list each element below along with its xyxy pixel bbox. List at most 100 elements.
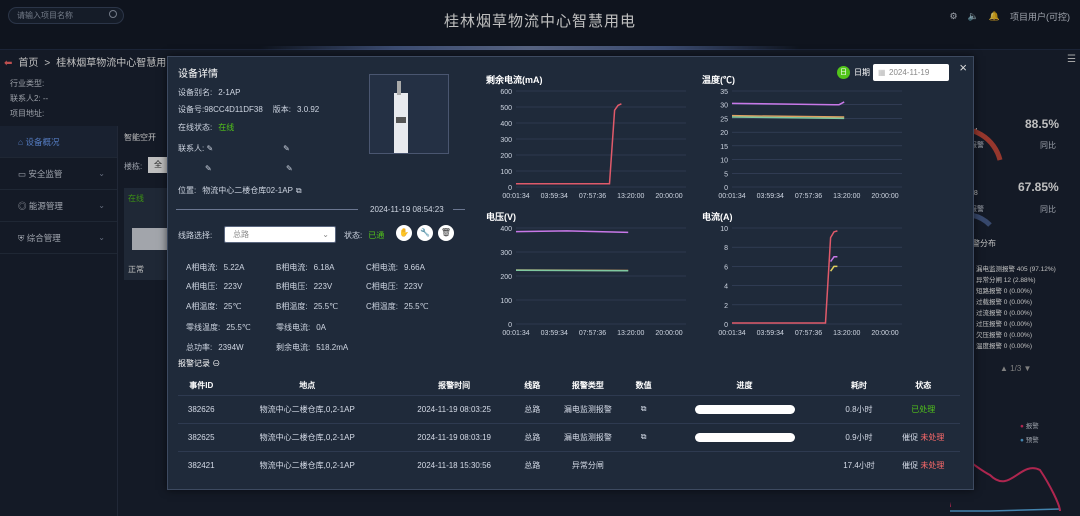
y-tick-label: 20	[720, 130, 728, 137]
edit-icon[interactable]: ✎	[283, 144, 290, 153]
status-cell: 催促 未处理	[886, 450, 960, 479]
y-tick-label: 200	[500, 274, 512, 281]
progress-bar	[694, 404, 795, 414]
copy-icon[interactable]: ⧉	[296, 186, 302, 195]
y-tick-label: 30	[720, 103, 728, 110]
reading-label: A相电压:	[186, 282, 218, 291]
column-header: 线路	[524, 381, 541, 391]
alarm-table-header: 事件ID 地点 报警时间 线路 报警类型 数值 进度 耗时 状态	[178, 377, 960, 395]
status-cell: 催促 未处理	[886, 422, 960, 451]
x-tick-label: 13:20:00	[617, 193, 644, 200]
reading-label: C相温度:	[366, 302, 398, 311]
modal-title: 设备详情	[178, 69, 218, 80]
column-header: 状态	[915, 381, 932, 391]
y-tick-label: 100	[500, 298, 512, 305]
reading-value: 518.2mA	[316, 343, 349, 352]
reading-value: 25.5℃	[404, 302, 429, 311]
urge-link[interactable]: 催促	[902, 461, 920, 470]
alarm-type: 漏电监测报警	[546, 394, 630, 423]
y-tick-label: 10	[720, 158, 728, 165]
x-tick-label: 00:01:34	[502, 330, 529, 337]
y-tick-label: 5	[724, 171, 728, 178]
collapse-icon[interactable]: ⊖	[212, 359, 220, 368]
device-detail-modal: 设备详情 × 设备别名: 2-1AP 设备号:98CC4D11DF38 版本: 3.0…	[167, 56, 974, 490]
table-row[interactable]: 382421 物流中心二楼仓库,0,2-1AP 2024-11-18 15:30:5…	[178, 450, 960, 479]
reading-value: 25℃	[223, 302, 242, 311]
reading-value: 223V	[313, 282, 333, 291]
progress-cell	[657, 394, 832, 423]
chart-title: 剩余电流(mA)	[486, 75, 543, 85]
reading-item: A相温度: 25℃	[186, 301, 241, 312]
x-tick-label: 00:01:34	[718, 330, 745, 337]
y-tick-label: 6	[724, 264, 728, 271]
divider-right	[453, 209, 465, 210]
reading-value: 223V	[223, 282, 243, 291]
reading-value: 9.66A	[404, 263, 425, 272]
open-detail-icon[interactable]: ⧉	[641, 432, 647, 441]
hand-icon[interactable]: ✋	[396, 225, 412, 241]
column-header: 进度	[736, 381, 753, 391]
y-tick-label: 4	[724, 284, 728, 291]
x-tick-label: 03:59:34	[757, 330, 784, 337]
chart-title: 电压(V)	[486, 212, 516, 222]
y-tick-label: 0	[508, 322, 512, 329]
reading-item: B相电压: 223V	[276, 281, 332, 292]
reading-label: B相电流:	[276, 263, 308, 272]
alarm-time: 2024-11-19 08:03:19	[390, 422, 519, 451]
y-tick-label: 400	[500, 226, 512, 233]
reading-label: A相电流:	[186, 263, 218, 272]
y-tick-label: 25	[720, 116, 728, 123]
close-icon[interactable]: ×	[959, 60, 967, 75]
series-line	[731, 101, 845, 106]
edit-icon[interactable]: ✎	[286, 164, 293, 173]
open-detail-icon[interactable]: ⧉	[641, 404, 647, 413]
line: 总路	[518, 394, 547, 423]
reading-item: 零线电流: 0A	[276, 322, 326, 333]
chart-title: 温度(℃)	[702, 75, 735, 85]
location: 物流中心二楼仓库,0,2-1AP	[224, 450, 391, 479]
y-tick-label: 15	[720, 144, 728, 151]
series-line	[515, 230, 629, 234]
reading-value: 5.22A	[223, 263, 245, 272]
reading-label: C相电流:	[366, 263, 398, 272]
alarm-table-body: 382626 物流中心二楼仓库,0,2-1AP 2024-11-19 08:03:2…	[178, 394, 960, 479]
x-tick-label: 03:59:34	[541, 193, 568, 200]
x-tick-label: 00:01:34	[502, 193, 529, 200]
reading-item: 零线温度: 25.5℃	[186, 322, 251, 333]
column-header: 地点	[299, 381, 316, 391]
location: 物流中心二楼仓库,0,2-1AP	[224, 422, 391, 451]
reading-label: 零线电流:	[276, 323, 311, 332]
x-tick-label: 13:20:00	[833, 193, 860, 200]
status-badge: 已处理	[911, 404, 936, 414]
breaker-switch	[396, 117, 406, 123]
progress-bar	[694, 432, 795, 442]
reading-label: 剩余电流:	[276, 343, 311, 352]
chevron-down-icon: ⌄	[322, 230, 329, 239]
wrench-icon[interactable]: 🔧	[417, 225, 433, 241]
table-row[interactable]: 382625 物流中心二楼仓库,0,2-1AP 2024-11-19 08:03:1…	[178, 422, 960, 451]
y-tick-label: 400	[500, 121, 512, 128]
line-select[interactable]: 总路 ⌄	[224, 226, 336, 243]
edit-icon[interactable]: ✎	[204, 144, 213, 153]
alarm-type: 漏电监测报警	[546, 422, 630, 451]
value-cell: ⧉	[629, 394, 658, 423]
x-tick-label: 20:00:00	[871, 330, 898, 337]
contact-row: 联系人: ✎ ✎	[178, 144, 290, 153]
edit-icon[interactable]: ✎	[205, 164, 212, 173]
x-tick-label: 07:57:36	[795, 193, 822, 200]
series-line	[732, 230, 838, 324]
y-tick-label: 2	[724, 303, 728, 310]
status-cell: 已处理	[886, 394, 960, 423]
table-row[interactable]: 382626 物流中心二楼仓库,0,2-1AP 2024-11-19 08:03:2…	[178, 394, 960, 423]
trash-icon[interactable]: 🗑	[438, 225, 454, 241]
x-tick-label: 07:57:36	[579, 330, 606, 337]
y-tick-label: 300	[500, 137, 512, 144]
x-tick-label: 13:20:00	[833, 330, 860, 337]
urge-link[interactable]: 催促	[902, 433, 920, 442]
column-header: 事件ID	[189, 381, 214, 391]
x-tick-label: 00:01:34	[718, 193, 745, 200]
x-tick-label: 20:00:00	[655, 193, 682, 200]
x-tick-label: 03:59:34	[541, 330, 568, 337]
alarm-time: 2024-11-18 15:30:56	[390, 450, 519, 479]
alarm-type: 异常分闸	[546, 450, 630, 479]
